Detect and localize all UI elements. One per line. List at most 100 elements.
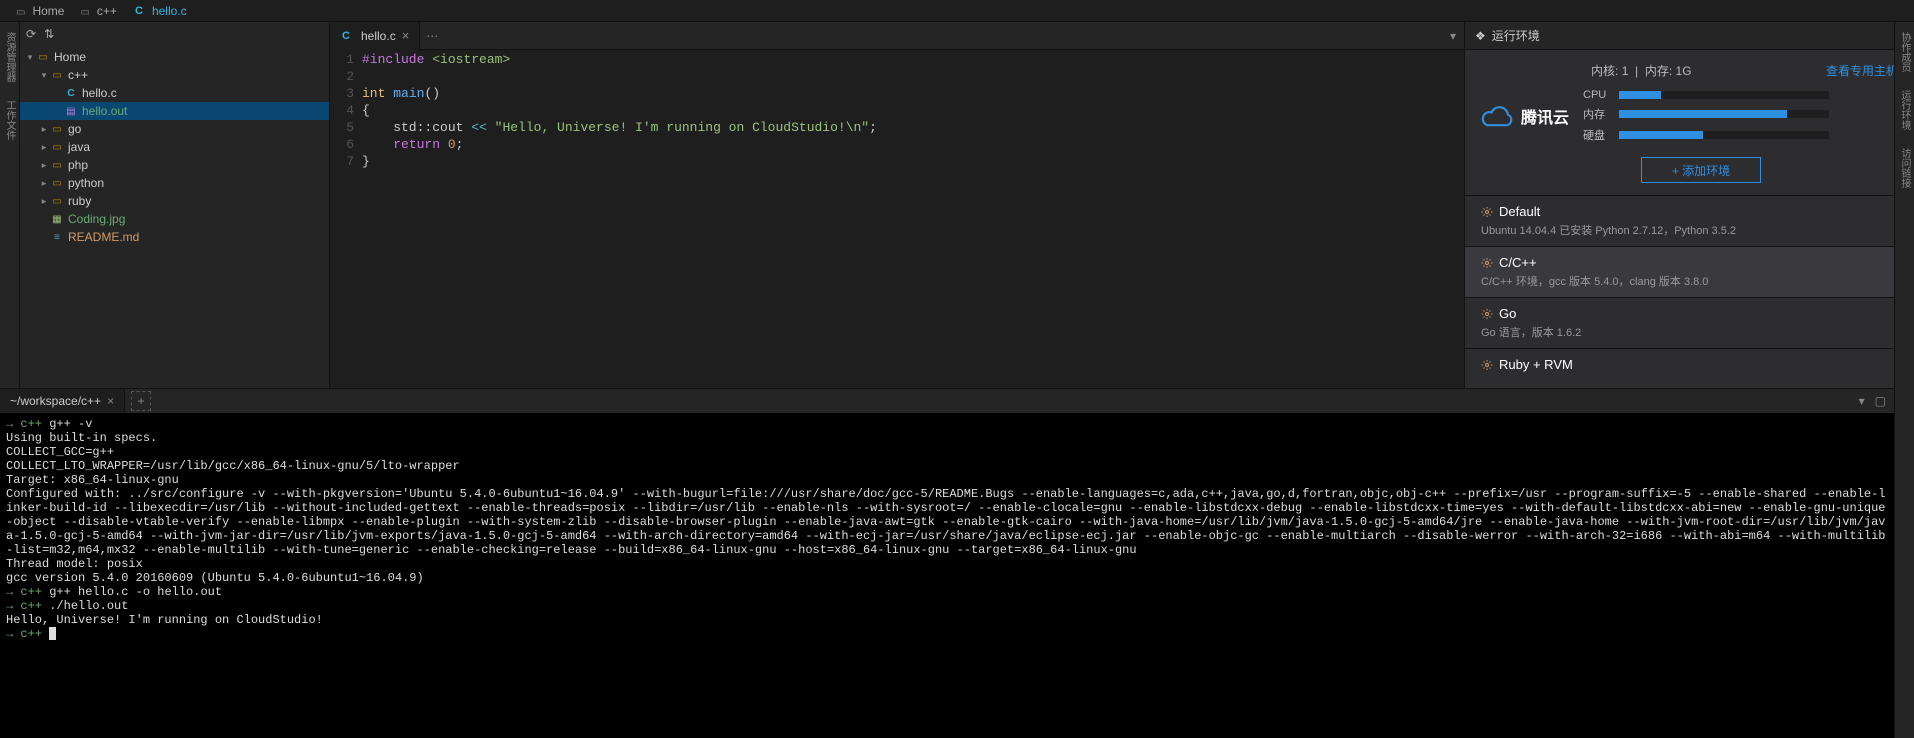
rightbar-collab[interactable]: 协作成员 (1897, 28, 1912, 76)
code-lines: #include <iostream>int main(){ std::cout… (362, 52, 1464, 388)
breadcrumb-file[interactable]: hello.c (125, 4, 195, 18)
line-gutter: 1234567 (330, 52, 362, 388)
meter-bar (1619, 91, 1829, 99)
folder-icon (16, 4, 28, 18)
gear-icon (1481, 257, 1493, 269)
sync-icon[interactable]: ⇅ (44, 27, 54, 41)
env-item-desc: Ubuntu 14.04.4 已安装 Python 2.7.12，Python … (1481, 222, 1898, 238)
folder-icon (50, 194, 64, 208)
terminal-panel: ~/workspace/c++ × + ▾ ▢ → c++ g++ -vUsin… (0, 388, 1894, 738)
twisty-icon: ▸ (38, 196, 50, 207)
meter-label: 内存 (1583, 106, 1611, 122)
folder-icon (50, 176, 64, 190)
env-item-desc: C/C++ 环境，gcc 版本 5.4.0，clang 版本 3.8.0 (1481, 273, 1898, 289)
c-file-icon (340, 30, 352, 42)
resource-meters: CPU 内存硬盘 (1583, 89, 1898, 143)
cloud-icon (1481, 104, 1515, 128)
left-activity-bar: 资源管理器 工作文件 (0, 22, 20, 388)
minimize-icon[interactable]: ▾ (1859, 394, 1865, 408)
env-title: 运行环境 (1492, 27, 1540, 44)
more-icon[interactable]: ⋯ (426, 29, 438, 43)
view-host-link[interactable]: 查看专用主机 (1826, 62, 1898, 79)
meter-row: 硬盘 (1583, 127, 1898, 143)
add-env-button[interactable]: + 添加环境 (1641, 157, 1761, 183)
rightbar-runenv[interactable]: 运行环境 (1897, 86, 1912, 134)
tree-label: php (68, 158, 88, 172)
tree-row[interactable]: ▸go (20, 120, 329, 138)
env-item[interactable]: C/C++ C/C++ 环境，gcc 版本 5.4.0，clang 版本 3.8.… (1465, 246, 1914, 297)
tab-label: hello.c (361, 29, 396, 43)
breadcrumb-home[interactable]: Home (8, 4, 72, 18)
folder-icon (50, 158, 64, 172)
env-body: 内核: 1 | 内存: 1G 查看专用主机 腾讯云 CPU内存硬盘 + 添加环境 (1465, 50, 1914, 195)
folder-icon (50, 140, 64, 154)
terminal-body[interactable]: → c++ g++ -vUsing built-in specs.COLLECT… (0, 413, 1894, 738)
breadcrumb-cpp[interactable]: c++ (72, 4, 124, 18)
meter-label: 硬盘 (1583, 127, 1611, 143)
tree-row[interactable]: ▸ java (20, 138, 329, 156)
c-file-icon (133, 5, 145, 17)
twisty-icon: ▸ (38, 124, 50, 135)
twisty-icon: ▸ (38, 160, 50, 171)
tree-label: python (68, 176, 104, 190)
tree-label: c++ (68, 68, 88, 82)
leftbar-explorer[interactable]: 资源管理器 (2, 28, 17, 86)
tree-label: Coding.jpg (68, 212, 125, 226)
meter-label: CPU (1583, 89, 1611, 101)
dropdown-icon[interactable]: ▾ (1450, 29, 1456, 43)
close-icon[interactable]: × (107, 394, 114, 408)
tree-label: hello.out (82, 104, 127, 118)
env-item-name: Ruby + RVM (1499, 357, 1573, 372)
tree-row[interactable]: Coding.jpg (20, 210, 329, 228)
md-icon (50, 230, 64, 244)
chevron-down-icon: ▾ (24, 52, 36, 63)
tree-label: hello.c (82, 86, 117, 100)
explorer-toolbar: ⟳ ⇅ (20, 22, 329, 46)
code-area[interactable]: 1234567 #include <iostream>int main(){ s… (330, 50, 1464, 388)
leftbar-workfiles[interactable]: 工作文件 (2, 96, 17, 144)
env-header: ❖ 运行环境 (1465, 22, 1914, 50)
env-item[interactable]: Ruby + RVM (1465, 348, 1914, 383)
tree-row[interactable]: ▸ python (20, 174, 329, 192)
tree-row[interactable]: hello.out (20, 102, 329, 120)
env-item[interactable]: DefaultUbuntu 14.04.4 已安装 Python 2.7.12，… (1465, 195, 1914, 246)
out-icon (64, 104, 78, 118)
gear-icon (1481, 359, 1493, 371)
add-terminal-button[interactable]: + (131, 391, 151, 411)
env-item-desc: Go 语言，版本 1.6.2 (1481, 324, 1898, 340)
meter-bar (1619, 110, 1829, 118)
tree-row[interactable]: hello.c (20, 84, 329, 102)
terminal-tab[interactable]: ~/workspace/c++ × (0, 389, 125, 413)
terminal-icon: ❖ (1475, 29, 1486, 43)
terminal-tabs: ~/workspace/c++ × + ▾ ▢ (0, 389, 1894, 413)
twisty-icon: ▾ (38, 70, 50, 81)
tree-label: java (68, 140, 90, 154)
env-list: DefaultUbuntu 14.04.4 已安装 Python 2.7.12，… (1465, 195, 1914, 383)
twisty-icon: ▸ (38, 142, 50, 153)
refresh-icon[interactable]: ⟳ (26, 27, 36, 41)
tree-row[interactable]: ▾ c++ (20, 66, 329, 84)
editor-tab-hello[interactable]: hello.c × (330, 22, 420, 50)
env-item-name: Go (1499, 306, 1516, 321)
tree-label: ruby (68, 194, 91, 208)
meter-bar (1619, 131, 1829, 139)
environment-panel: ❖ 运行环境 内核: 1 | 内存: 1G 查看专用主机 腾讯云 C (1464, 22, 1914, 388)
maximize-icon[interactable]: ▢ (1875, 394, 1886, 408)
folder-icon (80, 4, 92, 18)
tree-row[interactable]: README.md (20, 228, 329, 246)
rightbar-links[interactable]: 访问链接 (1897, 144, 1912, 192)
file-explorer: ⟳ ⇅ ▾ Home ▾c++hello.chello.out▸go▸java▸… (20, 22, 330, 388)
env-item[interactable]: Go Go 语言，版本 1.6.2 (1465, 297, 1914, 348)
breadcrumb-bar: Home c++ hello.c (0, 0, 1914, 22)
folder-icon (50, 68, 64, 82)
provider-name: 腾讯云 (1521, 104, 1569, 128)
twisty-icon: ▸ (38, 178, 50, 189)
tree-row[interactable]: ▸ php (20, 156, 329, 174)
meter-row: 内存 (1583, 106, 1898, 122)
close-icon[interactable]: × (402, 28, 410, 43)
tree-root[interactable]: ▾ Home (20, 48, 329, 66)
gear-icon (1481, 308, 1493, 320)
env-item-name: C/C++ (1499, 255, 1537, 270)
tree-row[interactable]: ▸ ruby (20, 192, 329, 210)
right-activity-bar: 协作成员 运行环境 访问链接 (1894, 22, 1914, 738)
